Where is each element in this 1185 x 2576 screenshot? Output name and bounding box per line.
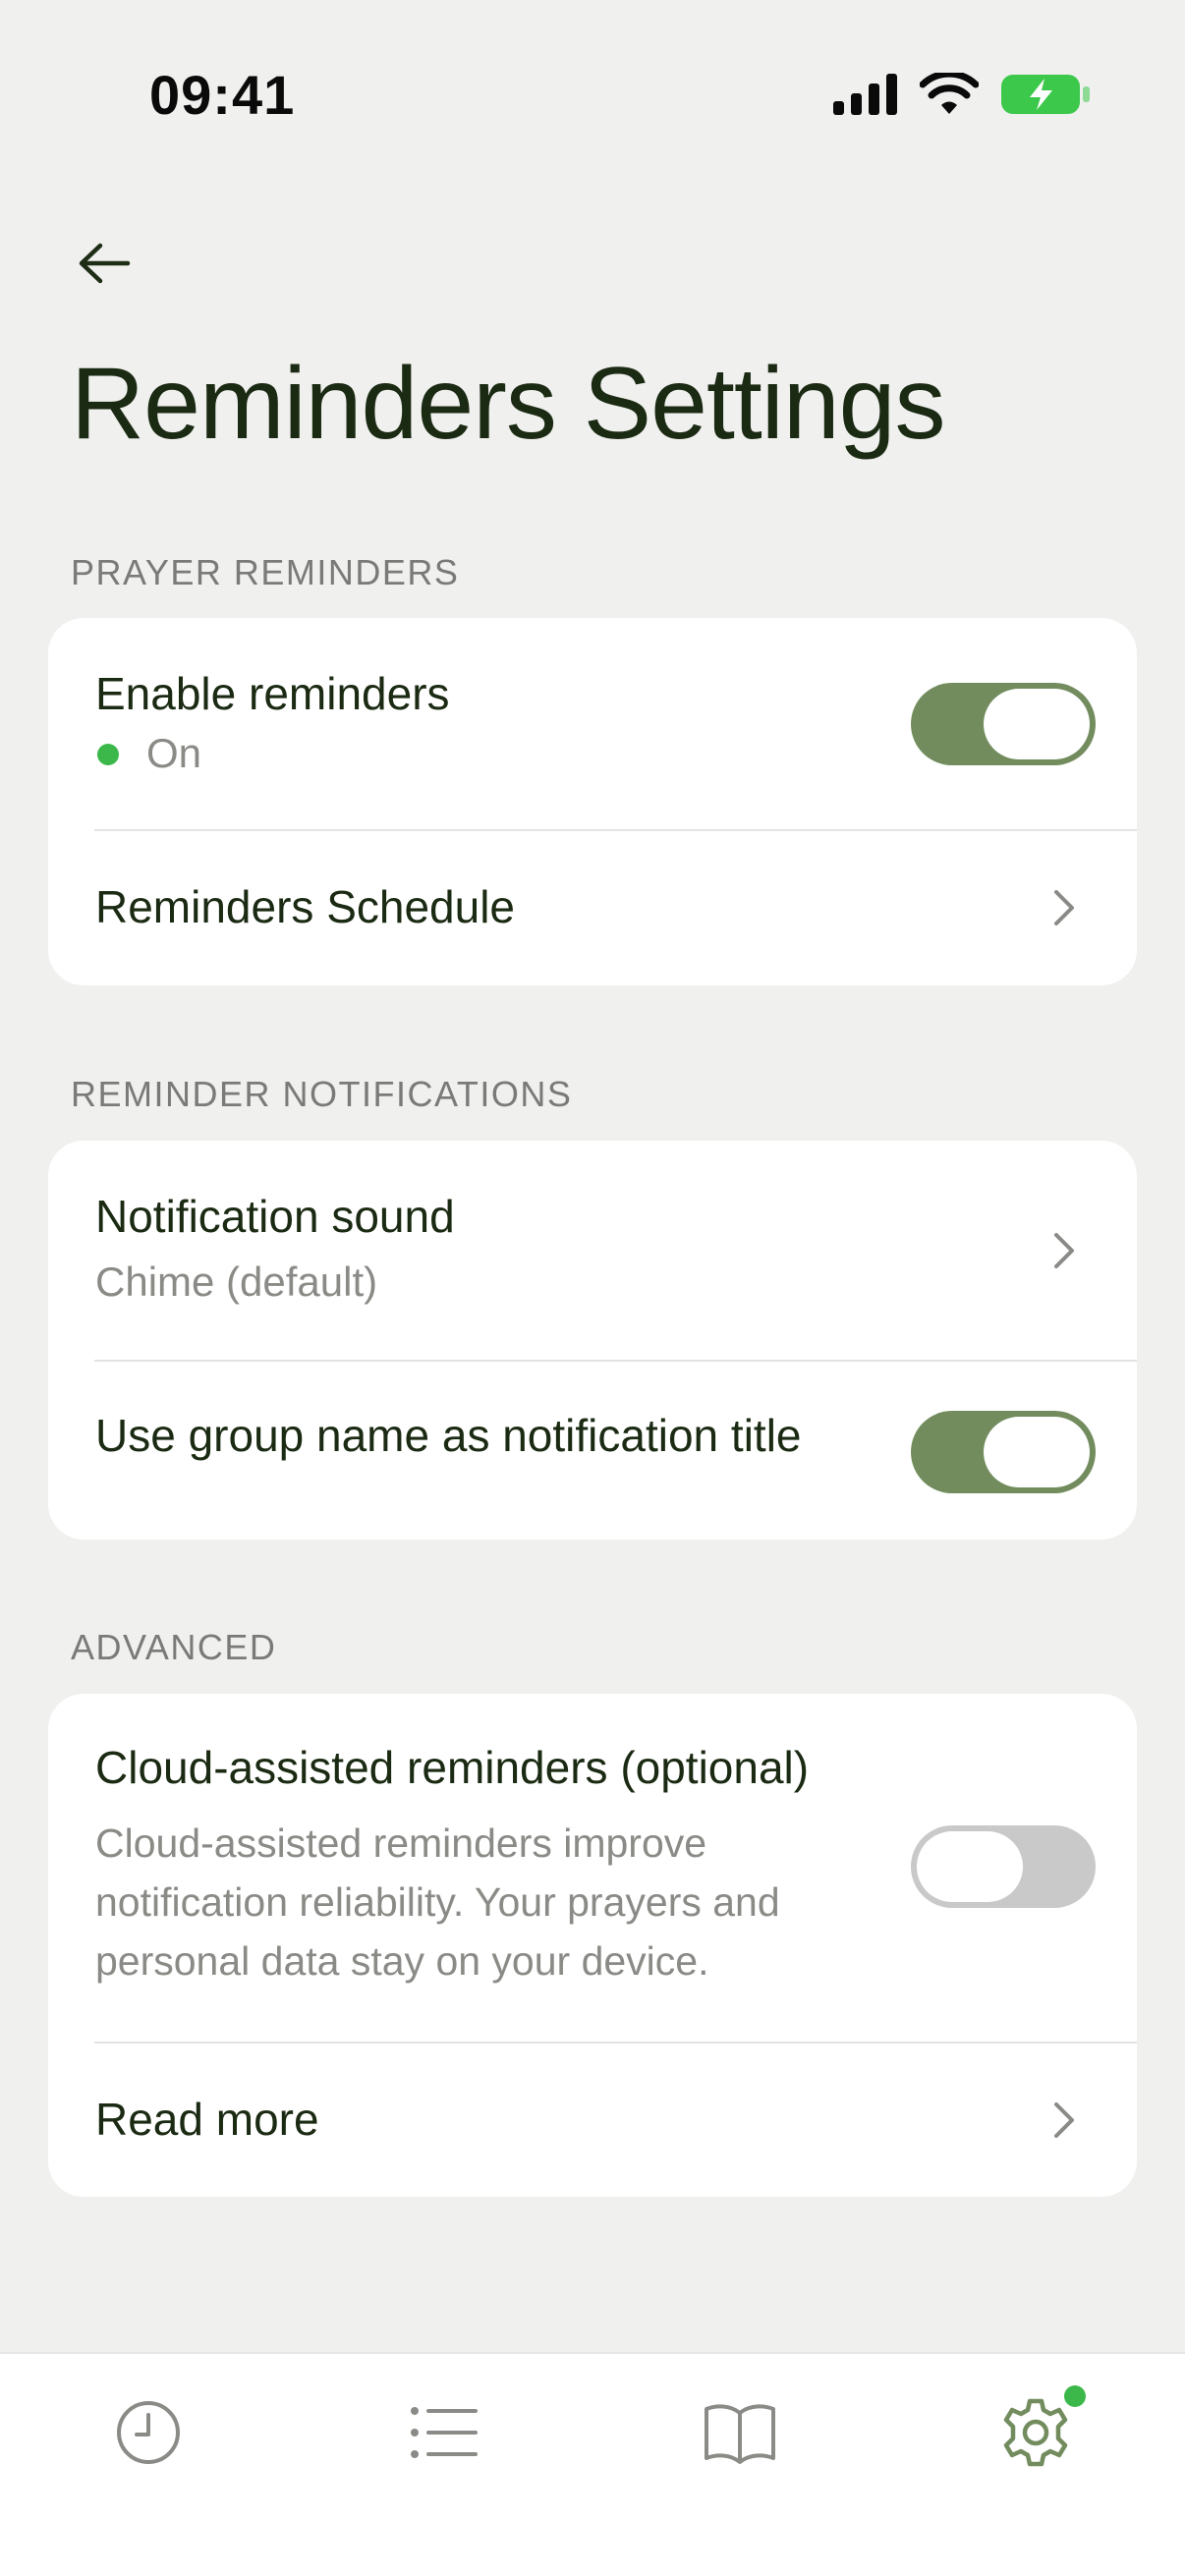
toggle-knob — [984, 1417, 1090, 1487]
notification-sound-label: Notification sound — [95, 1191, 455, 1242]
status-time: 09:41 — [149, 64, 296, 126]
chevron-right-icon — [1054, 1233, 1074, 1268]
notification-badge — [1064, 2385, 1086, 2407]
tab-bar — [0, 2352, 1185, 2576]
book-icon — [704, 2404, 775, 2464]
group-name-title-label: Use group name as notification title — [95, 1410, 802, 1461]
reminders-schedule-row[interactable]: Reminders Schedule — [48, 831, 1137, 985]
signal-icon — [833, 74, 897, 115]
cloud-reminders-row: Cloud-assisted reminders (optional) Clou… — [48, 1694, 1137, 2042]
notification-sound-value: Chime (default) — [95, 1259, 378, 1305]
status-bar: 09:41 — [0, 0, 1185, 196]
enable-reminders-row: Enable reminders On — [48, 618, 1137, 830]
enable-reminders-toggle[interactable] — [911, 683, 1096, 765]
chevron-right-icon — [1054, 890, 1074, 925]
enable-reminders-status: On — [146, 730, 202, 776]
section-label-reminder-notifications: REMINDER NOTIFICATIONS — [71, 1074, 573, 1114]
clock-icon — [116, 2401, 180, 2464]
reminder-notifications-card: Notification sound Chime (default) Use g… — [48, 1141, 1137, 1540]
tab-book[interactable] — [592, 2354, 887, 2511]
advanced-card: Cloud-assisted reminders (optional) Clou… — [48, 1694, 1137, 2197]
arrow-left-icon — [79, 243, 131, 284]
prayer-reminders-card: Enable reminders On Reminders Schedule — [48, 618, 1137, 985]
status-dot — [97, 744, 119, 765]
list-icon — [410, 2407, 478, 2458]
wifi-icon — [920, 73, 979, 114]
chevron-right-icon — [1054, 2102, 1074, 2138]
enable-reminders-label: Enable reminders — [95, 668, 450, 719]
read-more-label: Read more — [95, 2094, 319, 2145]
cloud-reminders-label: Cloud-assisted reminders (optional) — [95, 1742, 810, 1793]
tab-list[interactable] — [296, 2354, 592, 2511]
cloud-reminders-toggle[interactable] — [911, 1825, 1096, 1908]
read-more-row[interactable]: Read more — [48, 2044, 1137, 2197]
settings-screen: 09:41 Reminders Settings PRAYER REMINDER… — [0, 0, 1185, 2576]
cloud-reminders-description: Cloud-assisted reminders improve notific… — [95, 1820, 780, 1984]
group-name-title-toggle[interactable] — [911, 1411, 1096, 1493]
reminders-schedule-label: Reminders Schedule — [95, 881, 516, 932]
group-name-title-row: Use group name as notification title — [48, 1362, 1137, 1540]
notification-sound-row[interactable]: Notification sound Chime (default) — [48, 1141, 1137, 1361]
battery-charging-icon — [1001, 75, 1090, 114]
tab-settings[interactable] — [887, 2354, 1183, 2511]
back-button[interactable] — [71, 232, 138, 295]
section-label-prayer-reminders: PRAYER REMINDERS — [71, 552, 460, 592]
tab-clock[interactable] — [0, 2354, 296, 2511]
gear-icon — [1003, 2398, 1067, 2467]
page-title: Reminders Settings — [71, 347, 946, 461]
toggle-knob — [917, 1831, 1023, 1902]
status-icons — [833, 73, 1091, 116]
toggle-knob — [984, 689, 1090, 759]
section-label-advanced: ADVANCED — [71, 1627, 277, 1667]
